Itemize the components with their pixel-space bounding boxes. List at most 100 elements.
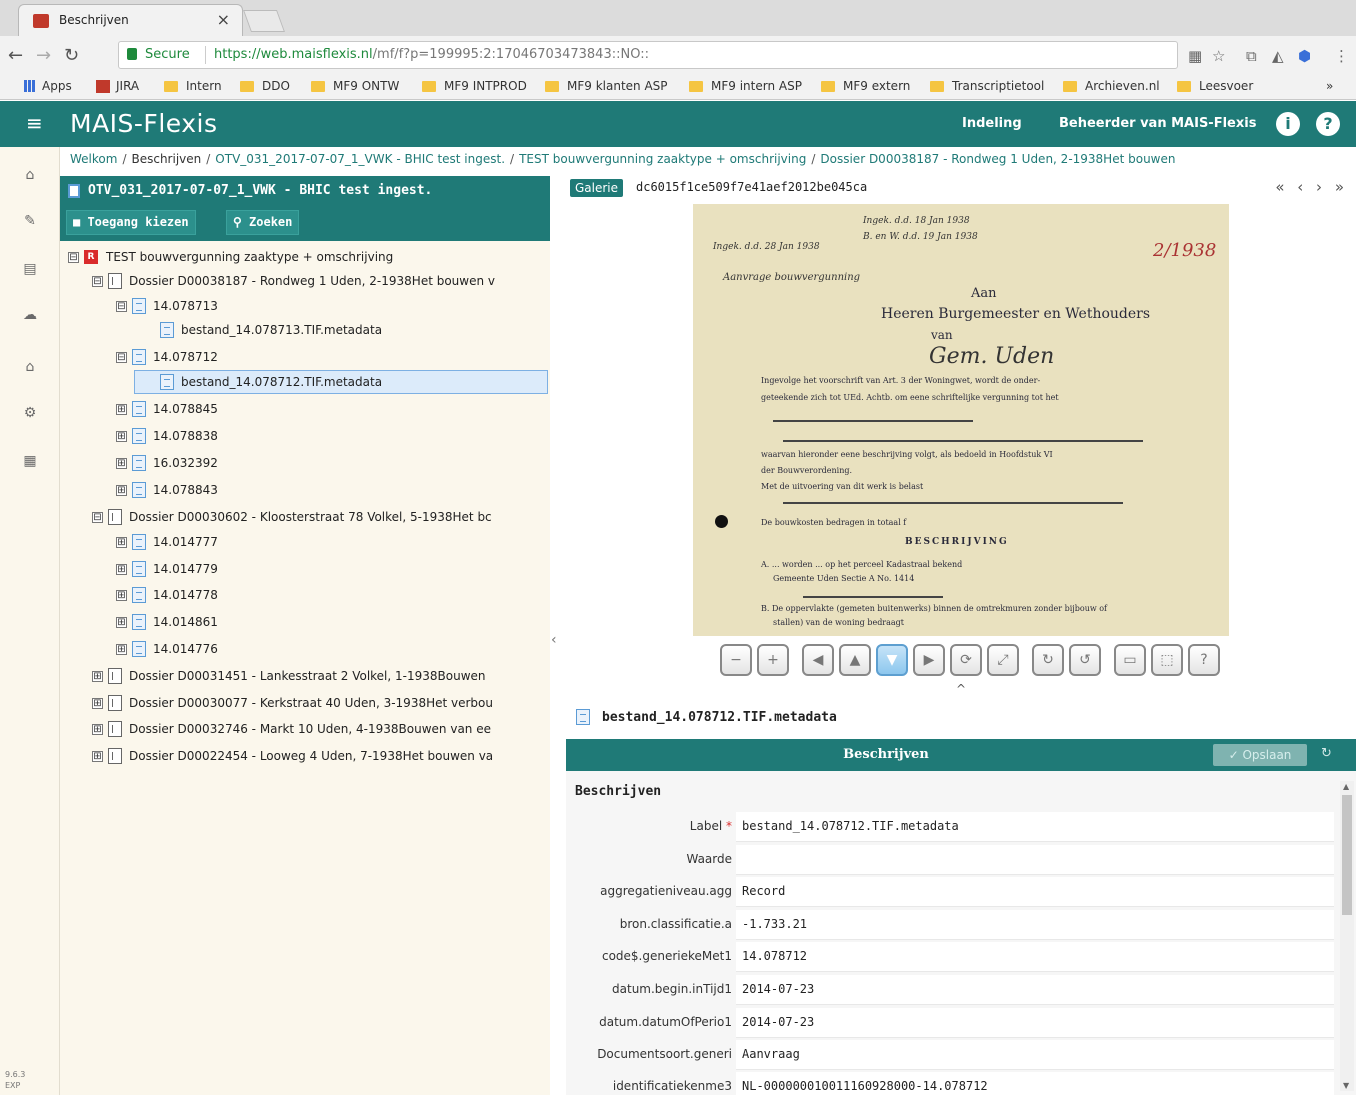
expand-toggle-icon[interactable]: ⊞: [92, 697, 103, 709]
breadcrumb-item[interactable]: Dossier D00038187 - Rondweg 1 Uden, 2-19…: [820, 152, 1175, 166]
waarde-field[interactable]: [736, 845, 1334, 875]
tree-node[interactable]: ⊟ 14.078712: [116, 345, 218, 369]
bookmark-ddo[interactable]: DDO: [240, 79, 290, 93]
tree-node[interactable]: ⊞ 14.014776: [116, 637, 218, 661]
download-icon[interactable]: ▭: [1114, 644, 1146, 676]
pan-up-icon[interactable]: ▲: [839, 644, 871, 676]
grid-icon[interactable]: ▦: [0, 453, 60, 469]
pan-left-icon[interactable]: ◀: [802, 644, 834, 676]
expand-toggle-icon[interactable]: ⊞: [92, 750, 103, 762]
breadcrumb-item[interactable]: TEST bouwvergunning zaaktype + omschrijv…: [519, 152, 806, 166]
expand-toggle-icon[interactable]: ⊞: [116, 616, 127, 628]
collapse-toggle-icon[interactable]: ⊟: [116, 351, 127, 363]
tree-node[interactable]: ⊞ Dossier D00031451 - Lankesstraat 2 Volk…: [92, 664, 486, 688]
bookmark-leesvoer[interactable]: Leesvoer: [1177, 79, 1253, 93]
browser-tab[interactable]: Beschrijven ×: [18, 4, 243, 36]
tree-node[interactable]: ⊞ 14.014777: [116, 530, 218, 554]
tree-node[interactable]: ⊞ Dossier D00030077 - Kerkstraat 40 Uden,…: [92, 691, 493, 715]
hamburger-menu-icon[interactable]: ≡: [26, 111, 43, 135]
tree-node[interactable]: ⊟ 14.078713: [116, 294, 218, 318]
extension-icon[interactable]: ◭: [1272, 47, 1284, 65]
edit-icon[interactable]: ✎: [0, 213, 60, 229]
pan-right-icon[interactable]: ▶: [913, 644, 945, 676]
list-icon[interactable]: ▤: [0, 261, 60, 277]
tree-node[interactable]: ⊟ Dossier D00030602 - Kloosterstraat 78 V…: [92, 505, 492, 529]
tree-node[interactable]: ⊞ Dossier D00022454 - Looweg 4 Uden, 7-19…: [92, 744, 493, 768]
image-viewer[interactable]: Ingek. d.d. 28 Jan 1938 Ingek. d.d. 18 J…: [566, 202, 1356, 682]
tree-node[interactable]: ⊞ 16.032392: [116, 451, 218, 475]
code-field[interactable]: 14.078712: [736, 942, 1334, 972]
classificatie-field[interactable]: -1.733.21: [736, 910, 1334, 940]
expand-toggle-icon[interactable]: ⊞: [116, 457, 127, 469]
settings-icon[interactable]: ⚙: [0, 405, 60, 421]
bookmark-mf9-intern-asp[interactable]: MF9 intern ASP: [689, 79, 802, 93]
bookmark-mf9-klanten-asp[interactable]: MF9 klanten ASP: [545, 79, 668, 93]
zoeken-button[interactable]: ⚲ Zoeken: [226, 210, 300, 235]
extension-icon[interactable]: ⧉: [1246, 47, 1257, 65]
aggregatieniveau-field[interactable]: Record: [736, 877, 1334, 907]
tree-node[interactable]: ⊞ 14.078845: [116, 397, 218, 421]
tree-node-selected[interactable]: bestand_14.078712.TIF.metadata: [134, 370, 548, 394]
collapse-toggle-icon[interactable]: ⊟: [68, 251, 79, 263]
new-tab-button[interactable]: [242, 10, 286, 32]
bookmark-jira[interactable]: JIRA: [96, 79, 139, 93]
zoom-in-icon[interactable]: +: [757, 644, 789, 676]
documentsoort-field[interactable]: Aanvraag: [736, 1040, 1334, 1070]
tree-node[interactable]: ⊟ R TEST bouwvergunning zaaktype + omschri…: [68, 245, 393, 269]
collapse-toggle-icon[interactable]: ⊟: [92, 275, 103, 287]
bank-icon[interactable]: ⌂: [0, 359, 60, 375]
refresh-icon[interactable]: ↻: [1321, 746, 1332, 761]
scroll-down-icon[interactable]: ▼: [1343, 1081, 1349, 1090]
bookmarks-more-button[interactable]: »: [1326, 79, 1333, 93]
bookmark-intern[interactable]: Intern: [164, 79, 222, 93]
expand-toggle-icon[interactable]: ⊞: [92, 670, 103, 682]
reload-icon[interactable]: ↻: [64, 45, 79, 66]
fullscreen-icon[interactable]: ⤢: [987, 644, 1019, 676]
help-icon[interactable]: ?: [1188, 644, 1220, 676]
reset-view-icon[interactable]: ⟳: [950, 644, 982, 676]
datum-begin-field[interactable]: 2014-07-23: [736, 975, 1334, 1005]
chevron-up-icon[interactable]: ^: [956, 682, 966, 696]
menu-icon[interactable]: ⋮: [1334, 47, 1349, 65]
forward-icon[interactable]: →: [36, 45, 51, 66]
expand-toggle-icon[interactable]: ⊞: [116, 589, 127, 601]
rotate-left-icon[interactable]: ↺: [1069, 644, 1101, 676]
fit-page-icon[interactable]: ⬚: [1151, 644, 1183, 676]
page-navigation[interactable]: « ‹ › »: [1275, 178, 1348, 196]
help-icon[interactable]: ?: [1316, 112, 1340, 136]
tree-node[interactable]: ⊟ Dossier D00038187 - Rondweg 1 Uden, 2-1…: [92, 269, 495, 293]
bookmark-mf9-intprod[interactable]: MF9 INTPROD: [422, 79, 527, 93]
expand-toggle-icon[interactable]: ⊞: [116, 563, 127, 575]
tree-node[interactable]: ⊞ 14.014779: [116, 557, 218, 581]
toegang-kiezen-button[interactable]: ■ Toegang kiezen: [66, 210, 196, 235]
info-icon[interactable]: i: [1276, 112, 1300, 136]
tree-node[interactable]: ⊞ 14.078838: [116, 424, 218, 448]
scroll-up-icon[interactable]: ▲: [1343, 782, 1349, 791]
breadcrumb-item[interactable]: Welkom: [70, 152, 117, 166]
zoom-out-icon[interactable]: −: [720, 644, 752, 676]
breadcrumb-item[interactable]: OTV_031_2017-07-07_1_VWK - BHIC test ing…: [215, 152, 505, 166]
expand-toggle-icon[interactable]: ⊞: [116, 484, 127, 496]
tree-node[interactable]: ⊞ Dossier D00032746 - Markt 10 Uden, 4-19…: [92, 717, 491, 741]
expand-toggle-icon[interactable]: ⊞: [116, 536, 127, 548]
bookmark-mf9-ontw[interactable]: MF9 ONTW: [311, 79, 399, 93]
scrollbar-thumb[interactable]: [1342, 795, 1352, 915]
form-scrollbar[interactable]: ▲ ▼: [1340, 781, 1354, 1091]
collapse-toggle-icon[interactable]: ⊟: [116, 300, 127, 312]
gallery-button[interactable]: Galerie: [570, 179, 624, 197]
tree-node[interactable]: bestand_14.078713.TIF.metadata: [160, 318, 382, 342]
breadcrumb-item[interactable]: Beschrijven: [131, 152, 201, 166]
extension-icon[interactable]: ⬢: [1298, 47, 1311, 65]
collapse-panel-icon[interactable]: ‹: [551, 632, 557, 648]
tree-node[interactable]: ⊞ 14.014778: [116, 583, 218, 607]
url-input[interactable]: Secure https://web.maisflexis.nl/mf/f?p=…: [118, 41, 1178, 69]
expand-toggle-icon[interactable]: ⊞: [116, 403, 127, 415]
expand-toggle-icon[interactable]: ⊞: [116, 643, 127, 655]
collapse-toggle-icon[interactable]: ⊟: [92, 511, 103, 523]
user-menu-link[interactable]: Beheerder van MAIS-Flexis: [1059, 116, 1256, 131]
bookmark-apps[interactable]: Apps: [24, 79, 72, 93]
save-button[interactable]: ✓ Opslaan: [1213, 744, 1307, 766]
identificatie-field[interactable]: NL-000000010011160928000-14.078712: [736, 1072, 1334, 1095]
tree-node[interactable]: ⊞ 14.078843: [116, 478, 218, 502]
datum-periode-field[interactable]: 2014-07-23: [736, 1008, 1334, 1038]
